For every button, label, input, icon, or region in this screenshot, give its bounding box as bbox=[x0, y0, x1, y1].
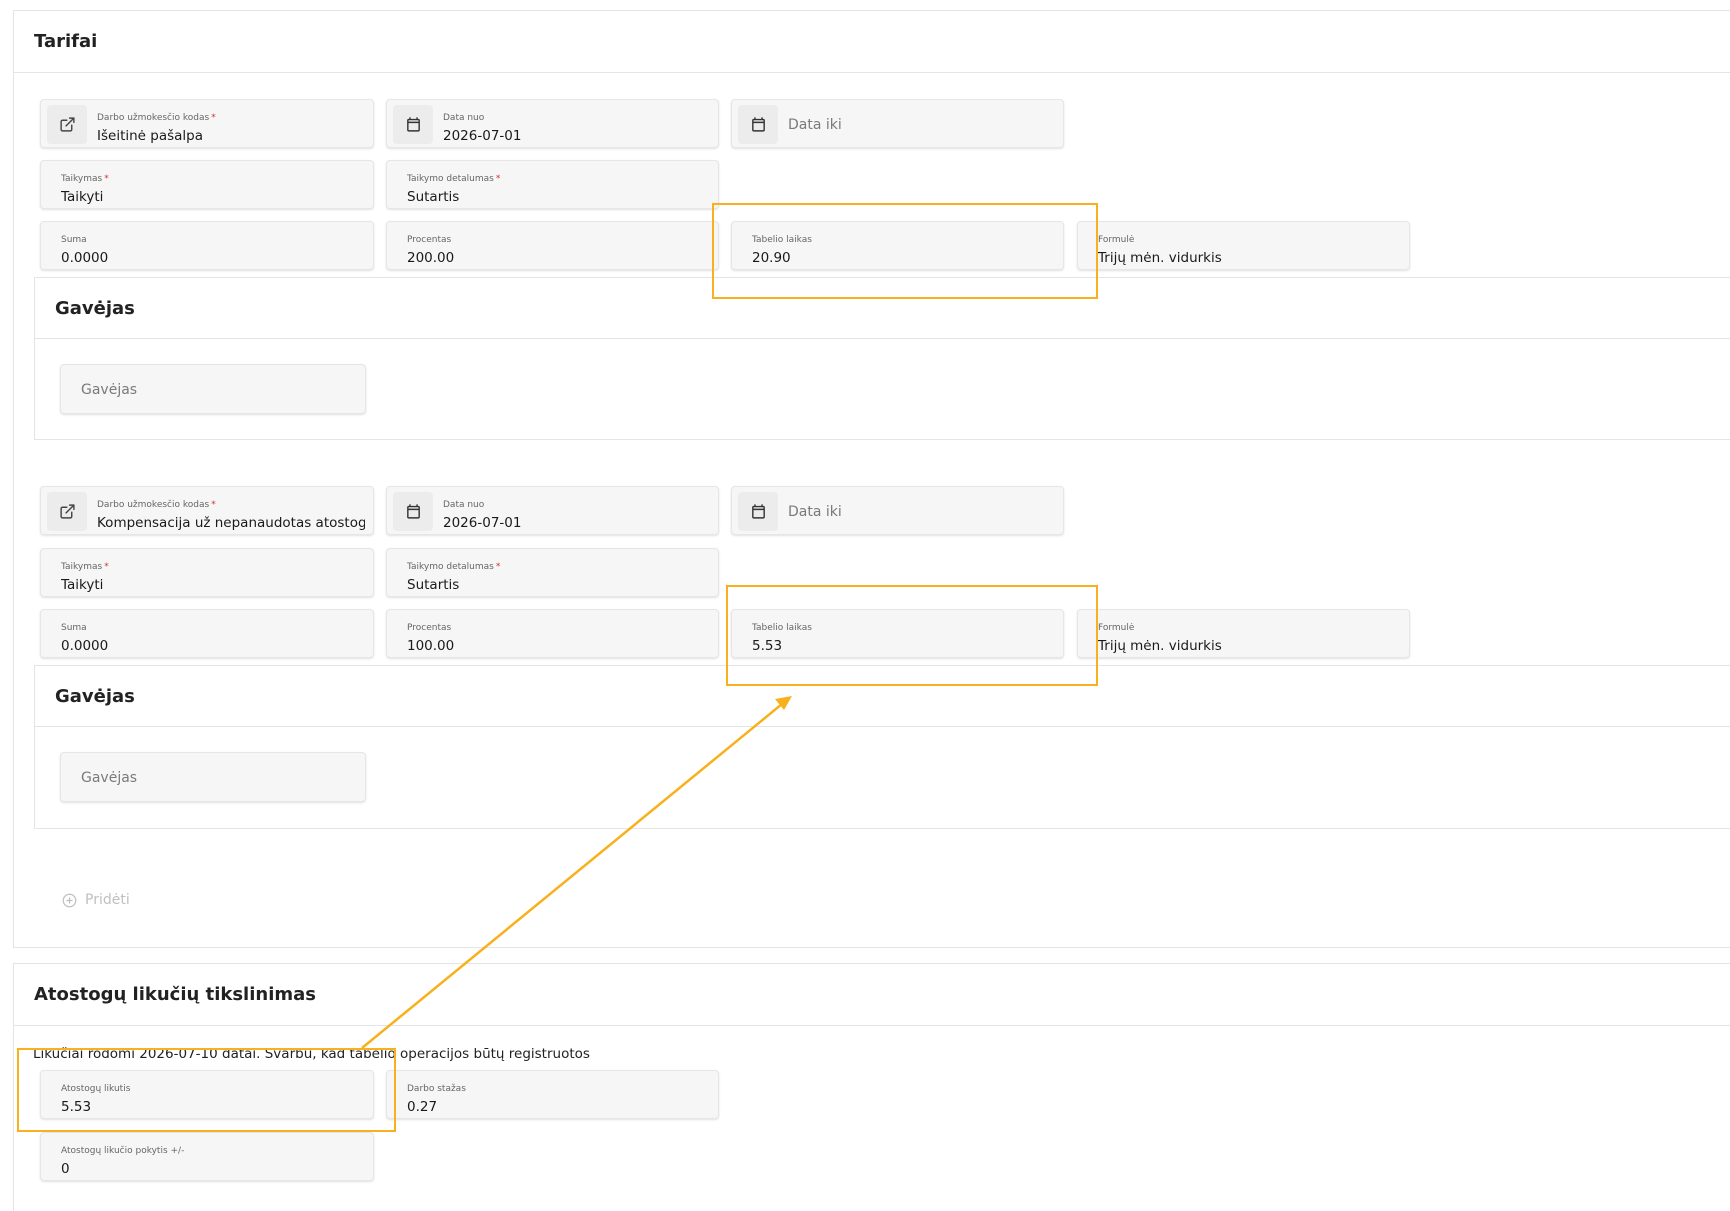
date-from-field-1[interactable]: Data nuo 2026-07-01 bbox=[386, 99, 719, 148]
gavejas-title: Gavėjas bbox=[55, 298, 135, 319]
calendar-icon[interactable] bbox=[393, 105, 433, 144]
stazas-field[interactable]: Darbo stažas 0.27 bbox=[386, 1070, 719, 1119]
pokytis-field[interactable]: Atostogų likučio pokytis +/- 0 bbox=[40, 1132, 374, 1181]
code-value: Išeitinė pašalpa bbox=[97, 128, 204, 144]
procentas-field-2[interactable]: Procentas 100.00 bbox=[386, 609, 719, 658]
detalumas-field-1[interactable]: Taikymo detalumas * Sutartis bbox=[386, 160, 719, 209]
tarifai-header: Tarifai bbox=[14, 11, 1730, 73]
gavejas-input-1[interactable]: Gavėjas bbox=[60, 364, 366, 414]
taikymas-field-2[interactable]: Taikymas * Taikyti bbox=[40, 548, 374, 597]
date-to-field-2[interactable]: Data iki bbox=[731, 486, 1064, 535]
tabelio-field-2[interactable]: Tabelio laikas 5.53 bbox=[731, 609, 1064, 658]
likutis-field[interactable]: Atostogų likutis 5.53 bbox=[40, 1070, 374, 1119]
procentas-field-1[interactable]: Procentas 200.00 bbox=[386, 221, 719, 270]
atostogu-title: Atostogų likučių tikslinimas bbox=[34, 984, 316, 1005]
external-link-icon[interactable] bbox=[47, 105, 87, 144]
formule-field-1[interactable]: Formulė Trijų mėn. vidurkis bbox=[1077, 221, 1410, 270]
suma-field-2[interactable]: Suma 0.0000 bbox=[40, 609, 374, 658]
tabelio-field-1[interactable]: Tabelio laikas 20.90 bbox=[731, 221, 1064, 270]
info-text: Likučiai rodomi 2026-07-10 datai. Svarbu… bbox=[33, 1046, 590, 1062]
gavejas-input-2[interactable]: Gavėjas bbox=[60, 752, 366, 802]
gavejas-section-1: Gavėjas bbox=[34, 277, 1730, 440]
add-button[interactable]: Pridėti bbox=[62, 892, 130, 908]
suma-field-1[interactable]: Suma 0.0000 bbox=[40, 221, 374, 270]
date-to-field-1[interactable]: Data iki bbox=[731, 99, 1064, 148]
date-from-field-2[interactable]: Data nuo 2026-07-01 bbox=[386, 486, 719, 535]
add-label: Pridėti bbox=[85, 892, 130, 908]
calendar-icon[interactable] bbox=[738, 105, 778, 144]
formule-field-2[interactable]: Formulė Trijų mėn. vidurkis bbox=[1077, 609, 1410, 658]
external-link-icon[interactable] bbox=[47, 492, 87, 531]
gavejas-section-2: Gavėjas bbox=[34, 665, 1730, 829]
taikymas-field-1[interactable]: Taikymas * Taikyti bbox=[40, 160, 374, 209]
gavejas-title: Gavėjas bbox=[55, 686, 135, 707]
tarifai-title: Tarifai bbox=[34, 31, 98, 52]
calendar-icon[interactable] bbox=[738, 492, 778, 531]
code-field-2[interactable]: Darbo užmokesčio kodas * Kompensacija už … bbox=[40, 486, 374, 535]
code-field-1[interactable]: Darbo užmokesčio kodas * Išeitinė pašalpa bbox=[40, 99, 374, 148]
plus-circle-icon bbox=[62, 893, 77, 907]
calendar-icon[interactable] bbox=[393, 492, 433, 531]
detalumas-field-2[interactable]: Taikymo detalumas * Sutartis bbox=[386, 548, 719, 597]
